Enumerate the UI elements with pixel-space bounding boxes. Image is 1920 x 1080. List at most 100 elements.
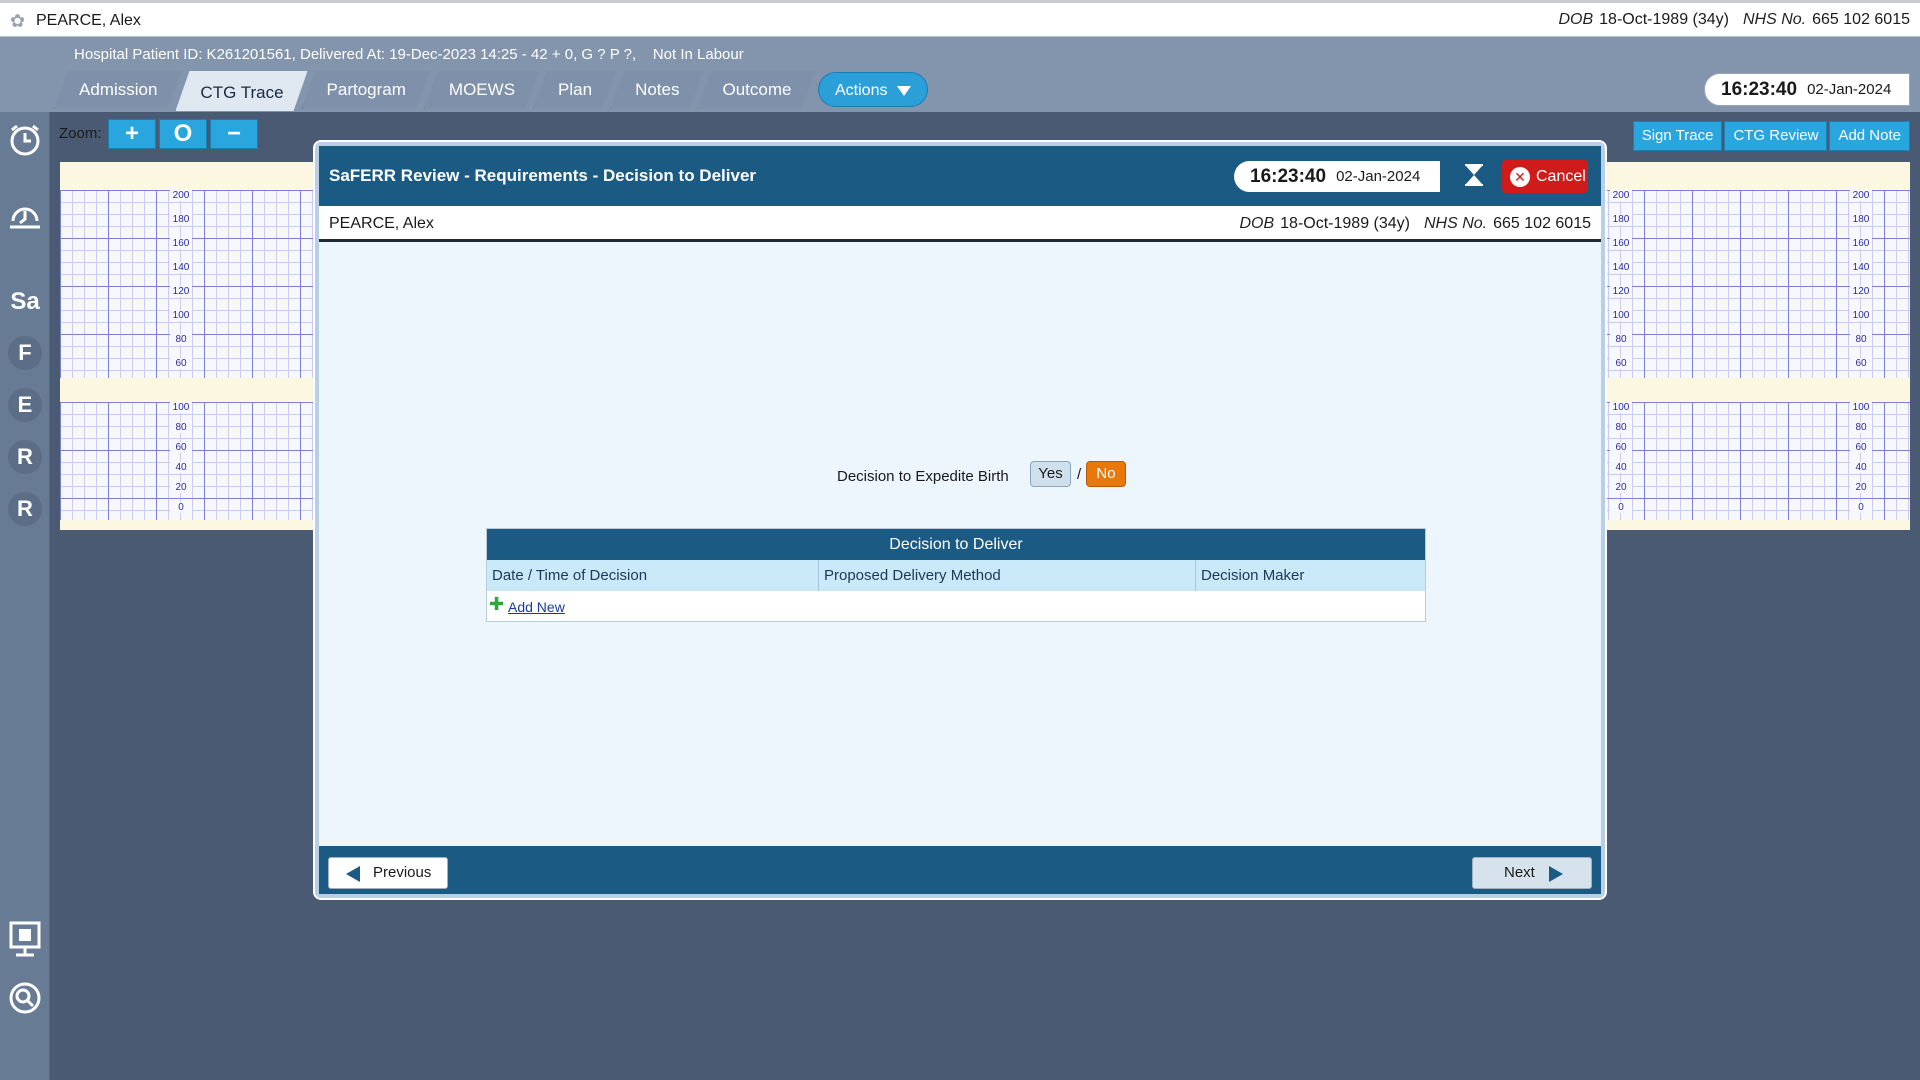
tab-plan[interactable]: Plan bbox=[533, 71, 616, 109]
sign-trace-button[interactable]: Sign Trace bbox=[1632, 121, 1723, 151]
fhr-tick: 100 bbox=[1850, 310, 1872, 321]
fhr-tick: 160 bbox=[1610, 238, 1632, 249]
tab-admission[interactable]: Admission bbox=[54, 71, 181, 109]
previous-label: Previous bbox=[373, 864, 432, 881]
add-new-row: ✚ Add New bbox=[487, 591, 1425, 621]
close-icon: ✕ bbox=[1510, 166, 1530, 187]
alarm-clock-icon[interactable] bbox=[5, 122, 45, 162]
fhr-tick: 60 bbox=[1850, 358, 1872, 369]
dialog-header: SaFERR Review - Requirements - Decision … bbox=[319, 146, 1601, 206]
patient-name: PEARCE, Alex bbox=[36, 12, 141, 29]
fhr-tick: 160 bbox=[1850, 238, 1872, 249]
toco-tick: 40 bbox=[1850, 462, 1872, 473]
fhr-tick: 200 bbox=[1610, 190, 1632, 201]
fhr-tick: 60 bbox=[170, 358, 192, 369]
nhs-label: NHS No. bbox=[1424, 215, 1488, 232]
dialog-patient-name: PEARCE, Alex bbox=[329, 215, 434, 232]
column-header-delivery-method[interactable]: Proposed Delivery Method bbox=[819, 560, 1196, 591]
trace-action-buttons: Sign Trace CTG Review Add Note bbox=[1631, 121, 1910, 151]
dialog-clock-date: 02-Jan-2024 bbox=[1336, 168, 1421, 185]
cancel-label: Cancel bbox=[1536, 168, 1586, 185]
dialog-patient-demographics: DOB 18-Oct-1989 (34y) NHS No. 665 102 6015 bbox=[1239, 215, 1591, 233]
add-note-button[interactable]: Add Note bbox=[1829, 121, 1910, 151]
dob-label: DOB bbox=[1558, 11, 1594, 28]
tab-notes[interactable]: Notes bbox=[610, 71, 703, 109]
tab-ctg-trace[interactable]: CTG Trace bbox=[175, 71, 307, 111]
ctg-review-button[interactable]: CTG Review bbox=[1724, 121, 1828, 151]
nhs-value: 665 102 6015 bbox=[1493, 215, 1591, 232]
toco-tick: 0 bbox=[170, 502, 192, 513]
add-new-link[interactable]: Add New bbox=[508, 599, 565, 615]
saferr-f-button[interactable]: F bbox=[8, 336, 42, 370]
hourglass-icon[interactable] bbox=[1462, 164, 1486, 188]
next-label: Next bbox=[1504, 864, 1535, 881]
no-button[interactable]: No bbox=[1086, 461, 1126, 487]
fhr-tick: 120 bbox=[1610, 286, 1632, 297]
tab-partogram[interactable]: Partogram bbox=[302, 71, 430, 109]
fhr-scale-right-2: 200 180 160 140 120 100 80 60 bbox=[1850, 190, 1872, 378]
column-header-decision-maker[interactable]: Decision Maker bbox=[1196, 560, 1425, 591]
zoom-label: Zoom: bbox=[59, 125, 102, 142]
actions-button[interactable]: Actions bbox=[818, 72, 928, 107]
table-header-row: Date / Time of Decision Proposed Deliver… bbox=[487, 560, 1425, 591]
toco-tick: 100 bbox=[1850, 402, 1872, 413]
patient-info-line: Hospital Patient ID: K261201561, Deliver… bbox=[74, 46, 744, 63]
dialog-footer: Previous Next bbox=[319, 846, 1601, 894]
flower-icon: ✿ bbox=[10, 11, 26, 31]
fhr-tick: 80 bbox=[1610, 334, 1632, 345]
toco-scale-right-2: 100 80 60 40 20 0 bbox=[1850, 402, 1872, 520]
dialog-clock-time: 16:23:40 bbox=[1250, 165, 1327, 187]
zoom-out-button[interactable]: − bbox=[210, 119, 258, 149]
tab-moews[interactable]: MOEWS bbox=[424, 71, 539, 109]
saferr-review-dialog: SaFERR Review - Requirements - Decision … bbox=[315, 142, 1605, 898]
toco-tick: 80 bbox=[1850, 422, 1872, 433]
previous-button[interactable]: Previous bbox=[328, 857, 448, 889]
fhr-tick: 140 bbox=[170, 262, 192, 273]
table-title: Decision to Deliver bbox=[487, 529, 1425, 560]
saferr-e-button[interactable]: E bbox=[8, 388, 42, 422]
left-rail: Sa F E R R bbox=[0, 112, 50, 1080]
fhr-tick: 60 bbox=[1610, 358, 1632, 369]
fhr-tick: 120 bbox=[1850, 286, 1872, 297]
toco-tick: 0 bbox=[1610, 502, 1632, 513]
yes-button[interactable]: Yes bbox=[1030, 461, 1071, 487]
toco-tick: 80 bbox=[1610, 422, 1632, 433]
patient-banner: ✿ PEARCE, Alex DOB 18-Oct-1989 (34y) NHS N… bbox=[0, 0, 1920, 37]
toco-scale-left: 100 80 60 40 20 0 bbox=[170, 402, 192, 520]
patient-demographics: DOB 18-Oct-1989 (34y) NHS No. 665 102 6015 bbox=[1558, 11, 1910, 29]
saferr-s-a-button[interactable]: Sa bbox=[8, 285, 42, 319]
zoom-in-button[interactable]: + bbox=[108, 119, 156, 149]
header-clock: 16:23:40 02-Jan-2024 bbox=[1704, 73, 1910, 106]
fhr-tick: 180 bbox=[1850, 214, 1872, 225]
zoom-reset-button[interactable]: O bbox=[159, 119, 207, 149]
dialog-title: SaFERR Review - Requirements - Decision … bbox=[329, 166, 757, 185]
fhr-scale-left: 200 180 160 140 120 100 80 60 bbox=[170, 190, 192, 378]
fhr-tick: 80 bbox=[170, 334, 192, 345]
fhr-tick: 160 bbox=[170, 238, 192, 249]
history-clock-icon[interactable] bbox=[5, 199, 45, 239]
toco-tick: 60 bbox=[170, 442, 192, 453]
cancel-button[interactable]: ✕ Cancel bbox=[1502, 160, 1588, 193]
header: Hospital Patient ID: K261201561, Deliver… bbox=[0, 37, 1920, 112]
saferr-r1-button[interactable]: R bbox=[8, 440, 42, 474]
fhr-tick: 100 bbox=[1610, 310, 1632, 321]
tab-bar: Admission CTG Trace Partogram MOEWS Plan… bbox=[54, 71, 809, 111]
toco-tick: 40 bbox=[170, 462, 192, 473]
arrow-right-icon bbox=[1549, 866, 1563, 882]
saferr-r2-button[interactable]: R bbox=[8, 492, 42, 526]
clock-date: 02-Jan-2024 bbox=[1807, 81, 1892, 98]
nhs-label: NHS No. bbox=[1743, 11, 1807, 28]
dialog-patient-bar: PEARCE, Alex DOB 18-Oct-1989 (34y) NHS No.… bbox=[319, 206, 1601, 242]
next-button[interactable]: Next bbox=[1472, 857, 1592, 889]
fhr-scale-right-1: 200 180 160 140 120 100 80 60 bbox=[1610, 190, 1632, 378]
column-header-date-time[interactable]: Date / Time of Decision bbox=[487, 560, 819, 591]
toco-tick: 20 bbox=[170, 482, 192, 493]
search-icon[interactable] bbox=[5, 980, 45, 1020]
dob-label: DOB bbox=[1239, 215, 1275, 232]
tab-outcome[interactable]: Outcome bbox=[697, 71, 815, 109]
toco-tick: 20 bbox=[1850, 482, 1872, 493]
fhr-tick: 140 bbox=[1850, 262, 1872, 273]
fhr-tick: 140 bbox=[1610, 262, 1632, 273]
presentation-icon[interactable] bbox=[5, 920, 45, 960]
patient-name-block: ✿ PEARCE, Alex bbox=[10, 11, 141, 31]
